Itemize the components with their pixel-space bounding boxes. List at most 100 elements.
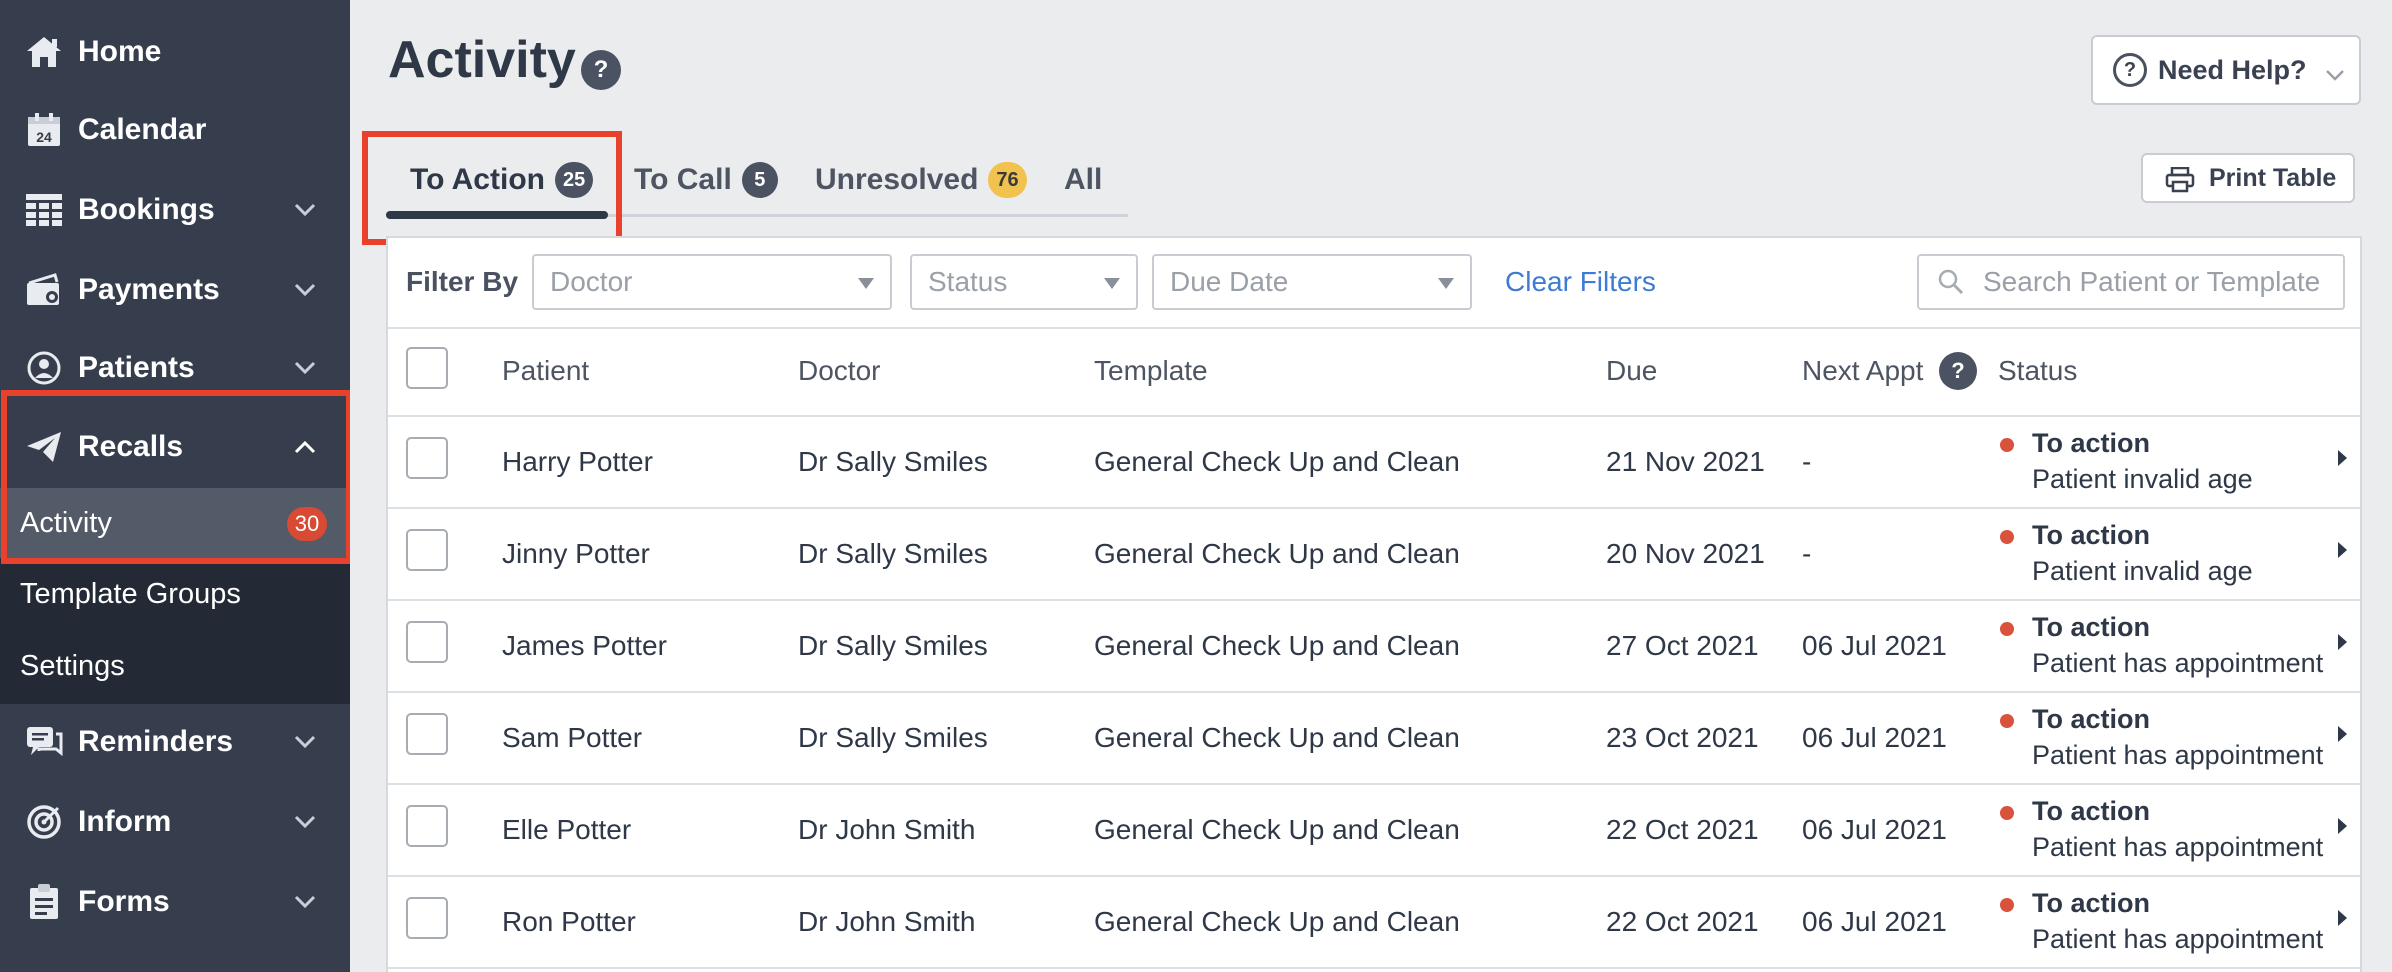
chevron-down-icon (290, 727, 320, 757)
template-name: General Check Up and Clean (1094, 722, 1460, 753)
column-header-template[interactable]: Template (1094, 355, 1208, 387)
need-help-dropdown[interactable]: ? Need Help? (2091, 35, 2361, 105)
patient-name[interactable]: Harry Potter (502, 446, 653, 478)
chevron-down-icon (2325, 57, 2345, 88)
patient-name[interactable]: James Potter (502, 630, 667, 662)
chevron-right-icon[interactable] (2338, 818, 2347, 834)
status-detail: Patient invalid age (2032, 464, 2253, 494)
clear-filters-link[interactable]: Clear Filters (1505, 266, 1656, 298)
patient-name[interactable]: Ron Potter (502, 906, 636, 938)
tab-all[interactable]: All (1064, 155, 1102, 205)
target-icon (24, 802, 64, 842)
status-dot-icon (2000, 806, 2014, 820)
chevron-right-icon[interactable] (2338, 542, 2347, 558)
sidebar-item-forms[interactable]: Forms (0, 863, 350, 941)
divider (388, 967, 2360, 969)
row-checkbox[interactable] (406, 805, 448, 847)
sidebar-item-label: Bookings (78, 193, 215, 226)
sidebar-item-bookings[interactable]: Bookings (0, 171, 350, 249)
column-header-due[interactable]: Due (1606, 355, 1657, 387)
patient-name[interactable]: Sam Potter (502, 722, 642, 754)
sidebar: Home 24 Calendar Bookings Payments Patie… (0, 0, 350, 972)
select-all-checkbox[interactable] (406, 347, 448, 389)
calendar-icon: 24 (24, 110, 64, 150)
sidebar-item-label: Calendar (78, 113, 207, 146)
divider (388, 415, 2360, 417)
doctor-name: Dr Sally Smiles (798, 446, 988, 477)
row-checkbox[interactable] (406, 437, 448, 479)
chevron-down-icon (290, 195, 320, 225)
sidebar-subitem-settings[interactable]: Settings (0, 632, 350, 700)
question-circle-icon: ? (2113, 53, 2147, 87)
grid-icon (24, 190, 64, 230)
due-date: 21 Nov 2021 (1606, 446, 1765, 477)
tab-count-badge: 5 (741, 162, 778, 198)
next-appt: 06 Jul 2021 (1802, 722, 1947, 753)
patient-name[interactable]: Jinny Potter (502, 538, 650, 570)
sidebar-item-payments[interactable]: Payments (0, 251, 350, 329)
svg-text:24: 24 (36, 129, 52, 145)
doctor-name: Dr Sally Smiles (798, 538, 988, 569)
patient-name[interactable]: Elle Potter (502, 814, 631, 846)
status-dot-icon (2000, 714, 2014, 728)
status-dot-icon (2000, 898, 2014, 912)
home-icon (24, 32, 64, 72)
next-appt-help-icon[interactable]: ? (1939, 352, 1977, 390)
tab-unresolved[interactable]: Unresolved 76 (815, 155, 1027, 205)
search-placeholder: Search Patient or Template (1983, 266, 2321, 297)
sidebar-item-label: Reminders (78, 725, 234, 758)
print-table-button[interactable]: Print Table (2141, 153, 2355, 203)
row-checkbox[interactable] (406, 621, 448, 663)
template-name: General Check Up and Clean (1094, 446, 1460, 477)
wallet-icon (24, 270, 64, 310)
column-header-doctor[interactable]: Doctor (798, 355, 880, 387)
status-filter-select[interactable]: Status (910, 254, 1138, 310)
sidebar-item-label: Settings (20, 649, 125, 682)
due-date-filter-placeholder: Due Date (1170, 266, 1289, 297)
dropdown-caret-icon (1438, 278, 1454, 289)
row-checkbox[interactable] (406, 713, 448, 755)
chevron-right-icon[interactable] (2338, 726, 2347, 742)
chevron-right-icon[interactable] (2338, 910, 2347, 926)
tab-label: All (1064, 163, 1103, 196)
chat-icon (24, 722, 64, 762)
next-appt: 06 Jul 2021 (1802, 630, 1947, 661)
help-icon[interactable]: ? (581, 50, 621, 90)
column-header-patient[interactable]: Patient (502, 355, 589, 387)
chevron-down-icon (290, 275, 320, 305)
sidebar-item-label: Payments (78, 273, 220, 306)
sidebar-item-home[interactable]: Home (0, 13, 350, 91)
printer-icon (2165, 166, 2195, 200)
due-date-filter-select[interactable]: Due Date (1152, 254, 1472, 310)
need-help-label: Need Help? (2158, 54, 2307, 85)
chevron-down-icon (290, 807, 320, 837)
template-name: General Check Up and Clean (1094, 538, 1460, 569)
status-detail: Patient has appointment (2032, 832, 2324, 862)
status-label: To action (2032, 888, 2150, 918)
column-header-status[interactable]: Status (1998, 355, 2077, 387)
tab-label: To Call (634, 163, 732, 196)
divider (388, 875, 2360, 877)
doctor-filter-select[interactable]: Doctor (532, 254, 892, 310)
status-dot-icon (2000, 530, 2014, 544)
status-detail: Patient has appointment (2032, 924, 2324, 954)
sidebar-item-inform[interactable]: Inform (0, 783, 350, 861)
page-title: Activity (388, 31, 576, 89)
activity-table-panel: Filter By Doctor Status Due Date Clear F… (386, 236, 2362, 972)
divider (388, 691, 2360, 693)
filter-by-label: Filter By (406, 266, 519, 297)
divider (388, 783, 2360, 785)
tab-to-call[interactable]: To Call 5 (634, 155, 778, 205)
row-checkbox[interactable] (406, 529, 448, 571)
chevron-right-icon[interactable] (2338, 450, 2347, 466)
sidebar-subitem-template-groups[interactable]: Template Groups (0, 560, 350, 628)
chevron-right-icon[interactable] (2338, 634, 2347, 650)
column-header-next-appt[interactable]: Next Appt (1802, 355, 1923, 387)
search-input[interactable]: Search Patient or Template (1917, 254, 2345, 310)
divider (388, 599, 2360, 601)
row-checkbox[interactable] (406, 897, 448, 939)
template-name: General Check Up and Clean (1094, 630, 1460, 661)
sidebar-item-reminders[interactable]: Reminders (0, 703, 350, 781)
due-date: 22 Oct 2021 (1606, 906, 1759, 937)
sidebar-item-calendar[interactable]: 24 Calendar (0, 91, 350, 169)
